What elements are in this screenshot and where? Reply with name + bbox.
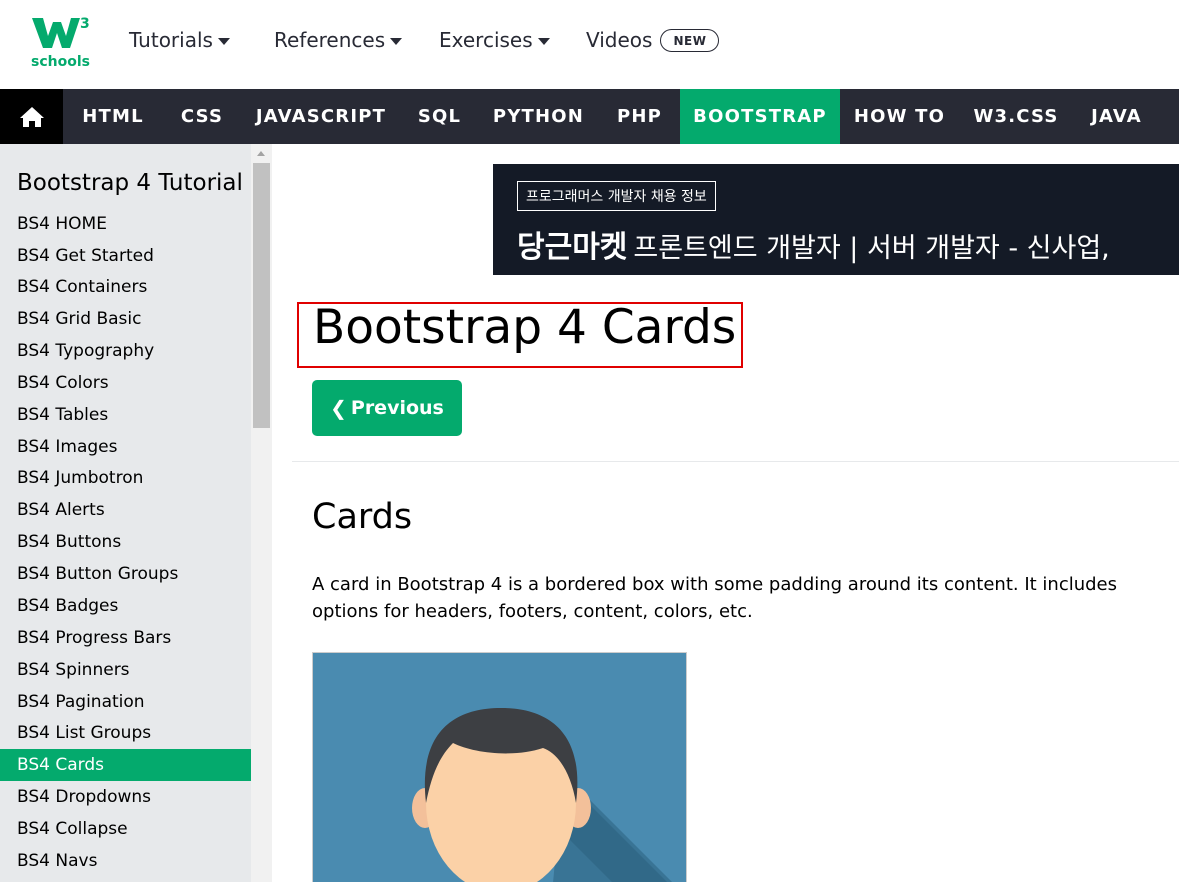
caret-down-icon [217,37,230,45]
topnav-videos-label: Videos [586,28,653,52]
nav-php[interactable]: PHP [599,89,680,144]
nav-w3css[interactable]: W3.CSS [959,89,1073,144]
sidebar-item-bs4-badges[interactable]: BS4 Badges [0,590,251,622]
sidebar-item-bs4-pagination[interactable]: BS4 Pagination [0,686,251,718]
nav-sql[interactable]: SQL [401,89,478,144]
home-button[interactable] [0,89,63,144]
topnav-references[interactable]: References [274,28,403,52]
nav-how-to[interactable]: HOW TO [840,89,959,144]
sidebar-item-bs4-colors[interactable]: BS4 Colors [0,367,251,399]
sidebar-item-bs4-grid-basic[interactable]: BS4 Grid Basic [0,303,251,335]
sidebar-item-bs4-buttons[interactable]: BS4 Buttons [0,526,251,558]
sidebar-scrollbar-thumb[interactable] [253,163,270,428]
sidebar-item-bs4-collapse[interactable]: BS4 Collapse [0,813,251,845]
sidebar-item-bs4-tables[interactable]: BS4 Tables [0,399,251,431]
topnav-tutorials-label: Tutorials [129,28,213,52]
svg-text:schools: schools [31,54,90,70]
main-navbar: HTML CSS JAVASCRIPT SQL PYTHON PHP BOOTS… [0,89,1179,144]
topnav-exercises[interactable]: Exercises [439,28,550,52]
person-avatar-icon [313,653,686,882]
ad-headline: 당근마켓 프론트엔드 개발자 | 서버 개발자 - 신사업, [517,222,1110,266]
topnav-references-label: References [274,28,386,52]
home-icon [19,106,44,127]
ad-brand: 당근마켓 [517,230,628,265]
topnav-tutorials[interactable]: Tutorials [129,28,230,52]
intro-paragraph: A card in Bootstrap 4 is a bordered box … [312,574,1118,622]
topnav-exercises-label: Exercises [439,28,533,52]
nav-html[interactable]: HTML [63,89,163,144]
sidebar-item-bs4-button-groups[interactable]: BS4 Button Groups [0,558,251,590]
nav-java[interactable]: JAVA [1073,89,1160,144]
advertisement-banner[interactable]: 프로그래머스 개발자 채용 정보 당근마켓 프론트엔드 개발자 | 서버 개발자 … [493,164,1179,275]
sidebar-item-bs4-containers[interactable]: BS4 Containers [0,271,251,303]
sidebar-item-bs4-navs[interactable]: BS4 Navs [0,845,251,877]
sidebar-item-bs4-images[interactable]: BS4 Images [0,431,251,463]
nav-javascript[interactable]: JAVASCRIPT [241,89,401,144]
sidebar-item-bs4-cards[interactable]: BS4 Cards [0,749,251,781]
nav-css[interactable]: CSS [163,89,241,144]
card-avatar-image [312,652,687,882]
sidebar-item-bs4-typography[interactable]: BS4 Typography [0,335,251,367]
sidebar-item-bs4-list-groups[interactable]: BS4 List Groups [0,717,251,749]
sidebar-item-bs4-spinners[interactable]: BS4 Spinners [0,654,251,686]
top-header: 3 schools Tutorials References Exercises… [0,0,1179,89]
ad-headline-text: 프론트엔드 개발자 | 서버 개발자 - 신사업, [633,233,1110,264]
new-badge: NEW [660,28,720,52]
sidebar-item-bs4-home[interactable]: BS4 HOME [0,208,251,240]
sidebar-item-bs4-progress-bars[interactable]: BS4 Progress Bars [0,622,251,654]
sidebar: Bootstrap 4 Tutorial BS4 HOME BS4 Get St… [0,144,251,882]
previous-button[interactable]: ❮ Previous [312,380,462,436]
ad-tag: 프로그래머스 개발자 채용 정보 [517,181,716,211]
scroll-up-arrow-icon[interactable] [257,151,265,156]
sidebar-item-bs4-get-started[interactable]: BS4 Get Started [0,240,251,272]
chevron-left-icon: ❮ [330,396,347,420]
nav-bootstrap[interactable]: BOOTSTRAP [680,89,840,144]
caret-down-icon [537,37,550,45]
sidebar-title: Bootstrap 4 Tutorial [17,170,243,196]
sidebar-item-bs4-alerts[interactable]: BS4 Alerts [0,494,251,526]
svg-text:3: 3 [80,16,90,32]
nav-python[interactable]: PYTHON [478,89,599,144]
caret-down-icon [390,37,403,45]
highlight-box [297,302,743,368]
section-title: Cards [312,497,413,537]
topnav-videos[interactable]: Videos NEW [586,28,720,52]
sidebar-item-bs4-jumbotron[interactable]: BS4 Jumbotron [0,462,251,494]
w3schools-logo[interactable]: 3 schools [30,14,92,72]
sidebar-item-bs4-dropdowns[interactable]: BS4 Dropdowns [0,781,251,813]
divider [292,461,1179,462]
logo-mark-icon: 3 schools [31,16,90,70]
previous-button-label: Previous [350,397,444,419]
